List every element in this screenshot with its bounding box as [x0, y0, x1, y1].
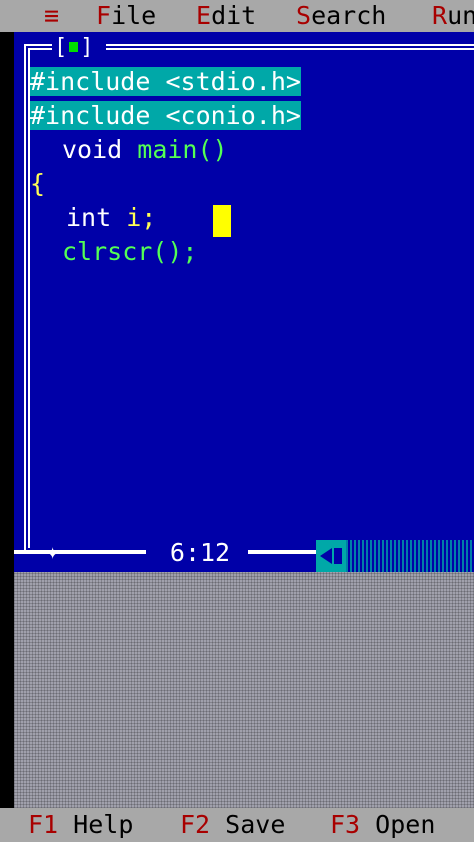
- scroll-left-arrow-icon[interactable]: [316, 540, 346, 572]
- code-line-2-text: #include <conio.h>: [30, 101, 301, 130]
- horizontal-scrollbar[interactable]: [346, 540, 474, 572]
- menu-file[interactable]: File: [96, 0, 156, 32]
- menu-search[interactable]: Search: [296, 0, 386, 32]
- frame-top-left-inner: [28, 48, 52, 50]
- menu-edit-hotkey: E: [196, 1, 212, 30]
- desktop-background: [14, 572, 474, 808]
- code-line-4[interactable]: {: [30, 168, 45, 200]
- status-save-label: Save: [225, 810, 286, 839]
- frame-bottom-right: [248, 550, 316, 554]
- frame-bottom-left: [14, 550, 146, 554]
- menu-run-label: un: [447, 1, 474, 30]
- menu-edit-label: dit: [211, 1, 257, 30]
- close-box[interactable]: []: [54, 36, 104, 60]
- code-line-2[interactable]: #include <conio.h>: [30, 100, 301, 132]
- text-cursor: [213, 205, 231, 237]
- system-menu-icon[interactable]: ≡: [44, 0, 59, 32]
- menu-run-hotkey: R: [432, 1, 448, 30]
- menu-search-label: earch: [311, 1, 387, 30]
- status-open-key: F3: [330, 810, 361, 839]
- status-help[interactable]: F1 Help: [28, 808, 133, 842]
- code-line-6-text: clrscr();: [62, 237, 198, 266]
- frame-top-inner: [106, 48, 474, 50]
- code-line-5[interactable]: int i;: [66, 202, 156, 234]
- frame-top-outer: [106, 44, 474, 46]
- menu-file-label: ile: [111, 1, 157, 30]
- code-line-1-text: #include <stdio.h>: [30, 67, 301, 96]
- code-line-3-function: main(): [137, 135, 228, 164]
- status-help-label: Help: [73, 810, 134, 839]
- status-open[interactable]: F3 Open: [330, 808, 435, 842]
- cursor-position: 6:12: [169, 538, 231, 567]
- close-box-icon: [69, 42, 79, 52]
- screen-left-edge: [0, 32, 14, 808]
- resize-icon[interactable]: ✦: [46, 540, 59, 566]
- code-line-4-text: {: [30, 169, 46, 198]
- code-line-6[interactable]: clrscr();: [62, 236, 197, 268]
- code-line-3[interactable]: void main(): [62, 134, 228, 166]
- code-line-3-keyword: void: [62, 135, 123, 164]
- status-help-key: F1: [28, 810, 59, 839]
- menu-run[interactable]: Run: [432, 0, 474, 32]
- frame-top-left-outer: [24, 44, 52, 46]
- status-save[interactable]: F2 Save: [180, 808, 285, 842]
- status-save-key: F2: [180, 810, 211, 839]
- code-line-1[interactable]: #include <stdio.h>: [30, 66, 301, 98]
- editor-window[interactable]: [] #include <stdio.h> #include <conio.h>…: [14, 32, 474, 572]
- menu-file-hotkey: F: [96, 1, 112, 30]
- menu-edit[interactable]: Edit: [196, 0, 256, 32]
- code-line-5-text: i;: [126, 203, 157, 232]
- status-bar: F1 Help F2 Save F3 Open: [0, 808, 474, 842]
- code-line-5-keyword: int: [66, 203, 112, 232]
- menu-search-hotkey: S: [296, 1, 312, 30]
- status-open-label: Open: [375, 810, 436, 839]
- menu-bar: ≡ File Edit Search Run: [0, 0, 474, 32]
- frame-left-outer: [24, 44, 26, 552]
